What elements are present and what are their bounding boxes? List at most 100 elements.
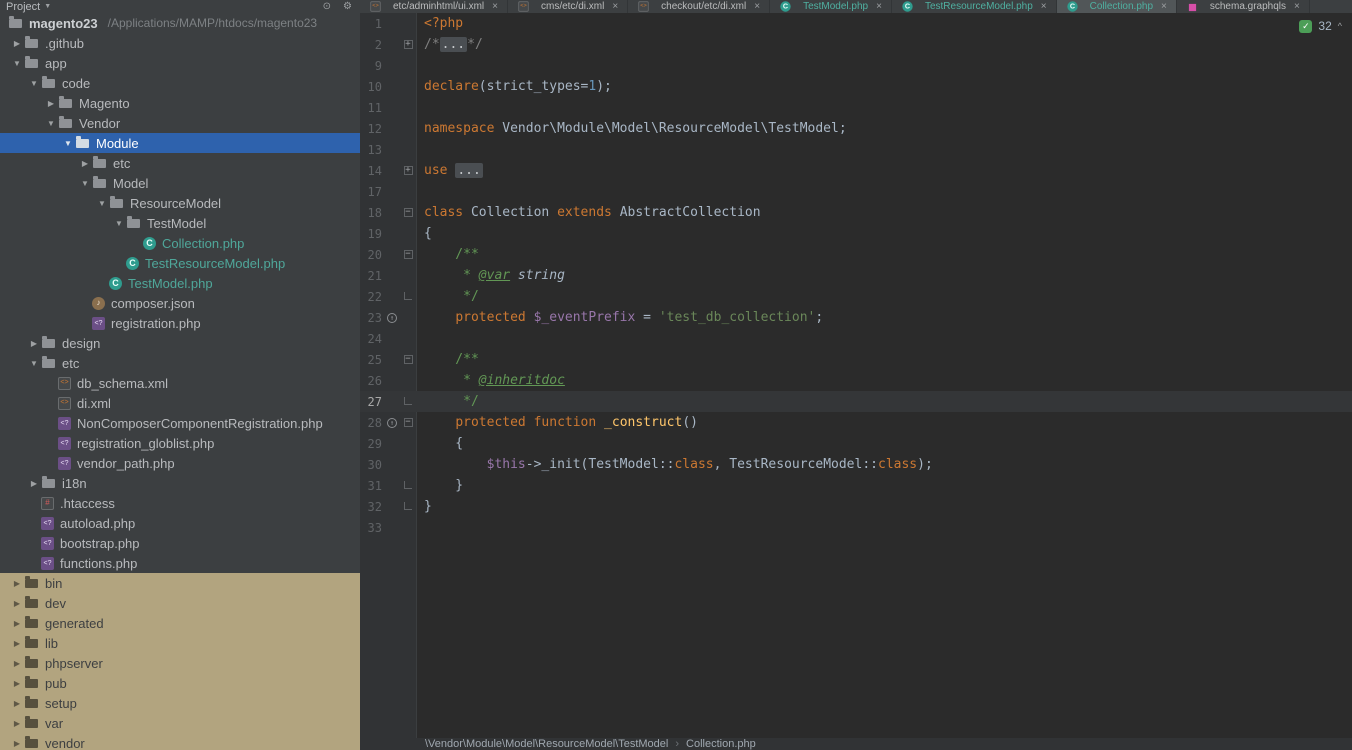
chevron-right-icon[interactable]: ▶	[10, 39, 24, 48]
close-icon[interactable]: ×	[1041, 1, 1047, 12]
editor-line-13[interactable]: 13	[360, 139, 1352, 160]
locate-icon[interactable]: ⊙	[323, 1, 331, 12]
tree-item-code[interactable]: ▼ code	[0, 73, 360, 93]
close-icon[interactable]: ×	[1161, 1, 1167, 12]
fold-collapse-icon[interactable]: −	[403, 208, 413, 217]
override-gutter-icon[interactable]: ↑	[387, 312, 397, 323]
fold-end-icon[interactable]	[404, 501, 412, 510]
tree-item-i18n[interactable]: ▶ i18n	[0, 473, 360, 493]
breadcrumb-collection-php[interactable]: Collection.php	[686, 738, 756, 750]
fold-end-icon[interactable]	[404, 396, 412, 405]
code-text[interactable]: /**	[416, 247, 479, 262]
code-text[interactable]: * @var string	[416, 268, 565, 283]
editor-line-25[interactable]: 25 − /**	[360, 349, 1352, 370]
editor-line-19[interactable]: 19 {	[360, 223, 1352, 244]
chevron-right-icon[interactable]: ▶	[78, 159, 92, 168]
code-text[interactable]: protected function _construct()	[416, 415, 698, 430]
chevron-right-icon[interactable]: ▶	[10, 639, 24, 648]
close-icon[interactable]: ×	[612, 1, 618, 12]
close-icon[interactable]: ×	[492, 1, 498, 12]
close-icon[interactable]: ×	[876, 1, 882, 12]
tab-checkout-etc-di-xml[interactable]: <> checkout/etc/di.xml ×	[628, 0, 771, 13]
code-text[interactable]: }	[416, 478, 463, 493]
tree-item-testmodel[interactable]: ▼ TestModel	[0, 213, 360, 233]
code-text[interactable]: use ...	[416, 163, 483, 178]
tree-item-testresourcemodel-php[interactable]: C TestResourceModel.php	[0, 253, 360, 273]
editor-line-29[interactable]: 29 {	[360, 433, 1352, 454]
editor-line-14[interactable]: 14 + use ...	[360, 160, 1352, 181]
editor-line-28[interactable]: 28 ↑ − protected function _construct()	[360, 412, 1352, 433]
chevron-down-icon[interactable]: ▼	[27, 79, 41, 88]
chevron-right-icon[interactable]: ▶	[10, 739, 24, 748]
chevron-down-icon[interactable]: ▼	[10, 59, 24, 68]
tree-item-lib[interactable]: ▶ lib	[0, 633, 360, 653]
editor-line-1[interactable]: 1 <?php	[360, 13, 1352, 34]
tree-item-functions-php[interactable]: <? functions.php	[0, 553, 360, 573]
editor-line-11[interactable]: 11	[360, 97, 1352, 118]
project-panel-title[interactable]: Project	[6, 1, 40, 13]
chevron-right-icon[interactable]: ▶	[10, 619, 24, 628]
code-text[interactable]: class Collection extends AbstractCollect…	[416, 205, 761, 220]
chevron-down-icon[interactable]: ▼	[61, 139, 75, 148]
settings-gear-icon[interactable]: ⚙	[343, 1, 352, 12]
tree-item-phpserver[interactable]: ▶ phpserver	[0, 653, 360, 673]
tree-item-vendor[interactable]: ▶ vendor	[0, 733, 360, 750]
chevron-up-icon[interactable]: ^	[1338, 21, 1342, 31]
tree-item-pub[interactable]: ▶ pub	[0, 673, 360, 693]
chevron-right-icon[interactable]: ▶	[27, 479, 41, 488]
tab-testresourcemodel-php[interactable]: C TestResourceModel.php ×	[892, 0, 1057, 13]
code-text[interactable]: /**	[416, 352, 479, 367]
tree-item-etc[interactable]: ▼ etc	[0, 353, 360, 373]
chevron-down-icon[interactable]: ▼	[27, 359, 41, 368]
tree-item-db-schema-xml[interactable]: <> db_schema.xml	[0, 373, 360, 393]
chevron-right-icon[interactable]: ▶	[10, 699, 24, 708]
tree-item-setup[interactable]: ▶ setup	[0, 693, 360, 713]
tree-item-testmodel-php[interactable]: C TestModel.php	[0, 273, 360, 293]
tree-item-vendor[interactable]: ▼ Vendor	[0, 113, 360, 133]
code-text[interactable]: {	[416, 436, 463, 451]
editor-line-22[interactable]: 22 */	[360, 286, 1352, 307]
chevron-right-icon[interactable]: ▶	[10, 599, 24, 608]
fold-collapse-icon[interactable]: −	[403, 355, 413, 364]
tree-item-design[interactable]: ▶ design	[0, 333, 360, 353]
chevron-right-icon[interactable]: ▶	[10, 579, 24, 588]
tree-item-dev[interactable]: ▶ dev	[0, 593, 360, 613]
code-text[interactable]: declare(strict_types=1);	[416, 79, 612, 94]
tree-item-model[interactable]: ▼ Model	[0, 173, 360, 193]
tab-schema-graphqls[interactable]: schema.graphqls ×	[1177, 0, 1310, 13]
editor-line-26[interactable]: 26 * @inheritdoc	[360, 370, 1352, 391]
editor-line-33[interactable]: 33	[360, 517, 1352, 538]
tree-item-autoload-php[interactable]: <? autoload.php	[0, 513, 360, 533]
editor-line-31[interactable]: 31 }	[360, 475, 1352, 496]
chevron-down-icon[interactable]: ▼	[95, 199, 109, 208]
tab-collection-php[interactable]: C Collection.php ×	[1056, 0, 1177, 13]
code-text[interactable]: * @inheritdoc	[416, 373, 565, 388]
editor-line-12[interactable]: 12 namespace Vendor\Module\Model\Resource…	[360, 118, 1352, 139]
tree-item-magento23[interactable]: magento23/Applications/MAMP/htdocs/magen…	[0, 13, 360, 33]
tree-item-bootstrap-php[interactable]: <? bootstrap.php	[0, 533, 360, 553]
close-icon[interactable]: ×	[1294, 1, 1300, 12]
tree-item-etc[interactable]: ▶ etc	[0, 153, 360, 173]
tree-item-generated[interactable]: ▶ generated	[0, 613, 360, 633]
tree-item-module[interactable]: ▼ Module	[0, 133, 360, 153]
chevron-down-icon[interactable]: ▼	[112, 219, 126, 228]
tree-item-app[interactable]: ▼ app	[0, 53, 360, 73]
close-icon[interactable]: ×	[754, 1, 760, 12]
tree-item-registration-globlist-php[interactable]: <? registration_globlist.php	[0, 433, 360, 453]
editor-line-24[interactable]: 24	[360, 328, 1352, 349]
tab-cms-etc-di-xml[interactable]: <> cms/etc/di.xml ×	[508, 0, 629, 13]
editor-pane[interactable]: 1 <?php 2 +/*... */9 10 declare(strict_types=1…	[360, 13, 1352, 738]
tree-item-collection-php[interactable]: C Collection.php	[0, 233, 360, 253]
code-text[interactable]: <?php	[416, 16, 463, 31]
editor-line-23[interactable]: 23 ↑ protected $_eventPrefix = 'test_db_c…	[360, 307, 1352, 328]
fold-expand-icon[interactable]: +	[403, 166, 413, 175]
fold-expand-icon[interactable]: +	[403, 40, 413, 49]
tab-testmodel-php[interactable]: C TestModel.php ×	[770, 0, 892, 13]
chevron-down-icon[interactable]: ▼	[44, 3, 51, 10]
tree-item-htaccess[interactable]: # .htaccess	[0, 493, 360, 513]
tree-item-composer-json[interactable]: ♪ composer.json	[0, 293, 360, 313]
tab-etc-adminhtml-ui-xml[interactable]: <> etc/adminhtml/ui.xml ×	[360, 0, 508, 13]
chevron-right-icon[interactable]: ▶	[10, 659, 24, 668]
code-text[interactable]: */	[416, 394, 479, 409]
chevron-down-icon[interactable]: ▼	[78, 179, 92, 188]
